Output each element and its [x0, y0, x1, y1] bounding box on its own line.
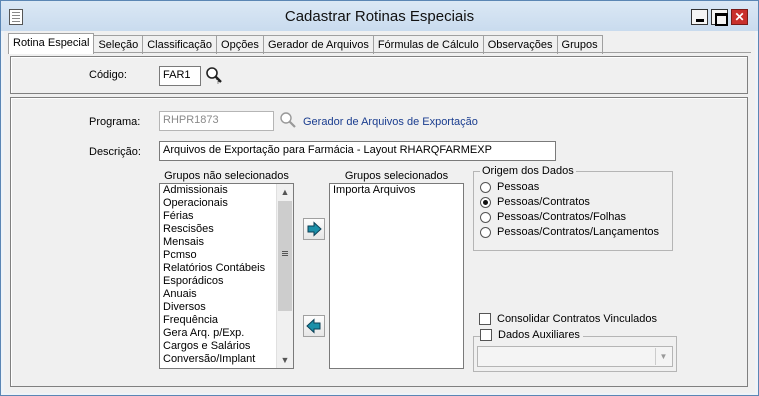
list-item[interactable]: Pcmso: [160, 249, 293, 262]
codigo-search-icon[interactable]: ?: [205, 66, 223, 84]
codigo-panel: Código: FAR1 ?: [10, 56, 748, 94]
nao-selecionados-list[interactable]: Admissionais Operacionais Férias Rescisõ…: [159, 183, 294, 369]
descricao-field[interactable]: Arquivos de Exportação para Farmácia - L…: [159, 141, 556, 161]
remove-group-button[interactable]: [303, 315, 325, 337]
list-item[interactable]: Diversos: [160, 301, 293, 314]
list-item[interactable]: Conversão/Implant: [160, 353, 293, 366]
tab-divider: [8, 52, 751, 53]
arrow-left-icon: [306, 318, 321, 334]
close-button[interactable]: ✕: [731, 9, 748, 25]
descricao-label: Descrição:: [89, 146, 141, 158]
list-item[interactable]: Relatórios Contábeis: [160, 262, 293, 275]
main-panel: Programa: RHPR1873 Gerador de Arquivos d…: [10, 97, 748, 387]
dados-auxiliares-select: ▼: [477, 346, 673, 367]
programa-search-icon: [280, 112, 296, 128]
minimize-button[interactable]: [691, 9, 708, 25]
scroll-down-icon[interactable]: ▼: [277, 352, 293, 368]
title-bar[interactable]: Cadastrar Rotinas Especiais ✕: [1, 1, 758, 31]
list-item[interactable]: Mensais: [160, 236, 293, 249]
list-item[interactable]: Rescisões: [160, 223, 293, 236]
tab-strip: Rotina Especial Seleção Classificação Op…: [8, 33, 603, 54]
codigo-field[interactable]: FAR1: [159, 66, 201, 86]
list-item[interactable]: Férias: [160, 210, 293, 223]
window-title: Cadastrar Rotinas Especiais: [284, 8, 475, 25]
list-item[interactable]: Anuais: [160, 288, 293, 301]
list-item[interactable]: Operacionais: [160, 197, 293, 210]
add-group-button[interactable]: [303, 218, 325, 240]
consolidar-checkbox[interactable]: Consolidar Contratos Vinculados: [479, 313, 657, 325]
list-item[interactable]: Esporádicos: [160, 275, 293, 288]
dados-auxiliares-group: Dados Auxiliares ▼: [473, 329, 677, 372]
client-area: Rotina Especial Seleção Classificação Op…: [4, 31, 755, 393]
window: Cadastrar Rotinas Especiais ✕ Rotina Esp…: [0, 0, 759, 396]
programa-label: Programa:: [89, 116, 141, 128]
selecionados-list[interactable]: Importa Arquivos: [329, 183, 464, 369]
selecionados-caption: Grupos selecionados: [344, 170, 449, 182]
tab-rotina-especial[interactable]: Rotina Especial: [8, 33, 95, 54]
radio-circle-icon[interactable]: [480, 181, 491, 193]
vertical-scrollbar[interactable]: ▲ ▼: [276, 184, 293, 368]
radio-pessoas-contratos-folhas[interactable]: Pessoas/Contratos/Folhas: [480, 210, 626, 224]
list-item[interactable]: Importa Arquivos: [330, 184, 463, 197]
origem-dos-dados-legend: Origem dos Dados: [480, 165, 576, 177]
arrow-right-icon: [307, 221, 322, 237]
programa-field: RHPR1873: [159, 111, 274, 131]
list-item[interactable]: Frequência: [160, 314, 293, 327]
checkbox-icon[interactable]: [479, 313, 491, 325]
radio-pessoas[interactable]: Pessoas: [480, 180, 539, 194]
programa-link[interactable]: Gerador de Arquivos de Exportação: [303, 116, 478, 128]
chevron-down-icon: ▼: [655, 348, 671, 365]
codigo-label: Código:: [89, 69, 127, 81]
maximize-button[interactable]: [711, 9, 728, 26]
list-item[interactable]: Gera Arq. p/Exp.: [160, 327, 293, 340]
radio-pessoas-contratos[interactable]: Pessoas/Contratos: [480, 195, 590, 209]
checkbox-icon[interactable]: [480, 329, 492, 341]
radio-circle-icon[interactable]: [480, 211, 491, 223]
scroll-thumb[interactable]: [278, 201, 292, 311]
radio-circle-icon[interactable]: [480, 226, 491, 238]
radio-pessoas-contratos-lancamentos[interactable]: Pessoas/Contratos/Lançamentos: [480, 225, 659, 239]
scroll-up-icon[interactable]: ▲: [277, 184, 293, 200]
list-item[interactable]: Cargos e Salários: [160, 340, 293, 353]
nao-selecionados-caption: Grupos não selecionados: [164, 170, 289, 182]
dados-auxiliares-checkbox[interactable]: Dados Auxiliares: [480, 329, 583, 341]
radio-checked-icon[interactable]: [480, 196, 491, 208]
svg-text:?: ?: [216, 79, 220, 85]
list-item[interactable]: Admissionais: [160, 184, 293, 197]
origem-dos-dados-group: Origem dos Dados Pessoas Pessoas/Contrat…: [473, 165, 673, 251]
